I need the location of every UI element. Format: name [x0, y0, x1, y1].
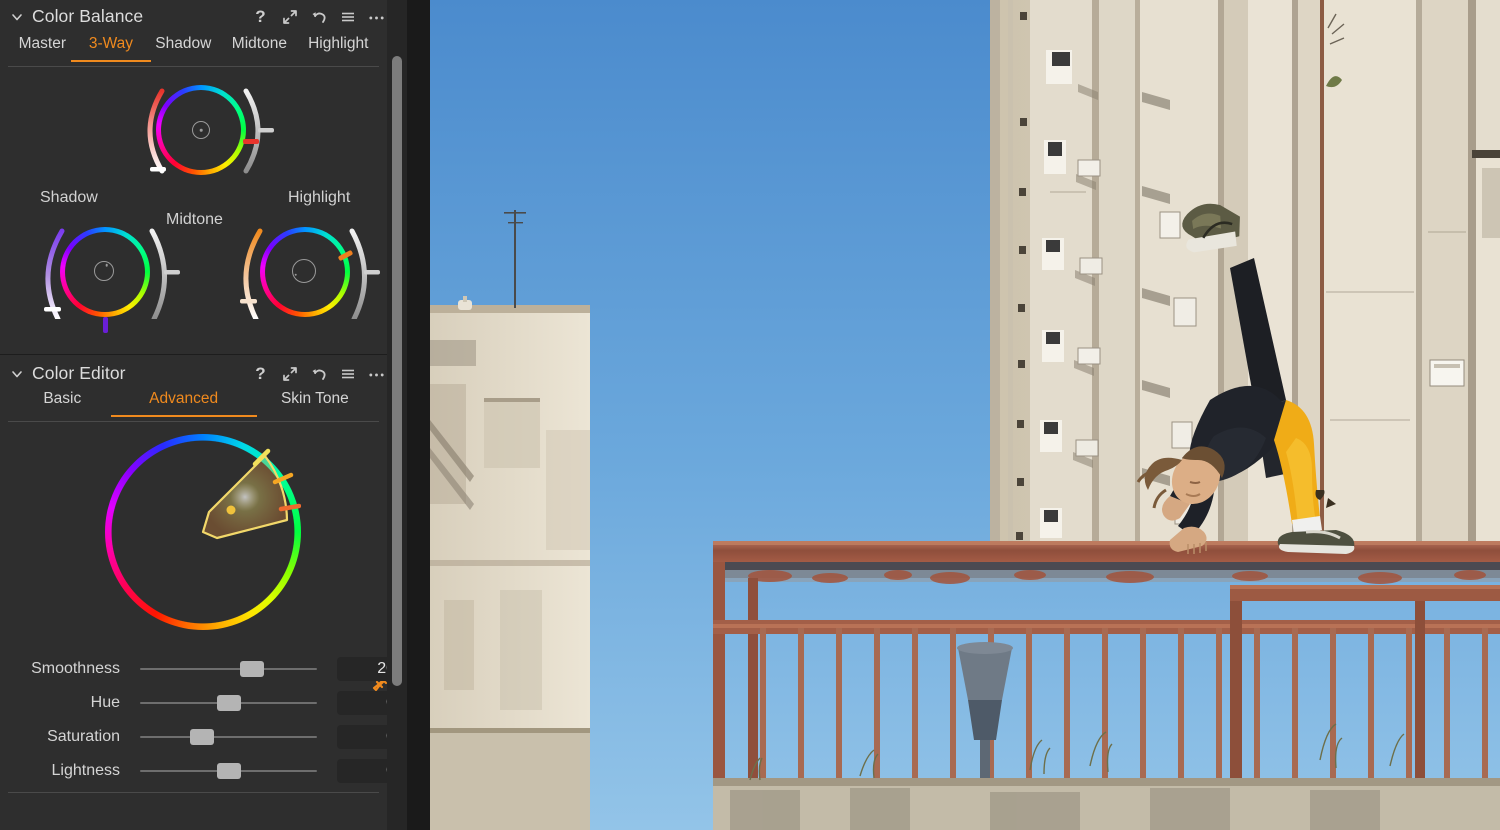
app-window: Color Balance ? Master 3-Way Shadow Midt…: [0, 0, 1500, 830]
midtone-left-arc[interactable]: [122, 81, 168, 177]
tab-midtone[interactable]: Midtone: [221, 33, 297, 61]
color-editor-selection[interactable]: [105, 434, 301, 630]
expand-icon[interactable]: [281, 8, 298, 25]
tab-highlight[interactable]: Highlight: [297, 33, 379, 61]
lightness-thumb[interactable]: [216, 763, 241, 779]
color-balance-header[interactable]: Color Balance ?: [0, 0, 407, 33]
color-editor-title: Color Editor: [32, 363, 126, 383]
chevron-down-icon[interactable]: [9, 9, 25, 25]
color-editor-sliders: Smoothness 20 Hue 0 Saturation: [0, 652, 407, 793]
chevron-down-icon-2[interactable]: [9, 366, 25, 382]
highlight-label: Highlight: [288, 189, 351, 206]
photo-illustration: [430, 0, 1500, 830]
menu-icon[interactable]: [339, 8, 356, 25]
slider-row-hue: Hue 0: [0, 686, 407, 720]
highlight-right-arc[interactable]: [346, 223, 392, 319]
hue-label: Hue: [90, 694, 120, 711]
smoothness-label: Smoothness: [31, 660, 120, 677]
tool-color-editor: Color Editor ? Basic Advanced Skin Tone …: [0, 355, 407, 810]
menu-icon-2[interactable]: [339, 365, 356, 382]
smoothness-track[interactable]: [140, 661, 317, 677]
more-icon-2[interactable]: [368, 365, 385, 382]
reset-icon[interactable]: [310, 8, 327, 25]
saturation-thumb[interactable]: [189, 729, 214, 745]
help-icon[interactable]: ?: [252, 8, 269, 25]
highlight-left-arc[interactable]: [220, 223, 266, 319]
color-editor-header-icons: ?: [252, 365, 385, 382]
hue-thumb[interactable]: [216, 695, 241, 711]
image-viewer[interactable]: [407, 0, 1500, 830]
color-balance-header-icons: ?: [252, 8, 385, 25]
midtone-knob[interactable]: [192, 121, 210, 139]
smoothness-thumb[interactable]: [239, 661, 264, 677]
color-balance-title: Color Balance: [32, 6, 144, 26]
midtone-right-arc[interactable]: [240, 81, 286, 177]
tab-master[interactable]: Master: [8, 33, 77, 61]
shadow-right-arc[interactable]: [146, 223, 192, 319]
shadow-knob[interactable]: [94, 261, 114, 281]
expand-icon-2[interactable]: [281, 365, 298, 382]
color-editor-header[interactable]: Color Editor ?: [0, 355, 407, 388]
slider-row-smoothness: Smoothness 20: [0, 652, 407, 686]
tools-panel: Color Balance ? Master 3-Way Shadow Midt…: [0, 0, 407, 830]
wheel-highlight[interactable]: Highlight: [222, 189, 390, 375]
tab-3way[interactable]: 3-Way: [70, 33, 151, 62]
saturation-label: Saturation: [47, 728, 120, 745]
wheel-midtone[interactable]: Midtone: [118, 85, 286, 233]
hue-track[interactable]: [140, 695, 317, 711]
tab-basic[interactable]: Basic: [8, 388, 117, 416]
color-balance-wheels: Midtone Shadow Highlight: [0, 67, 407, 355]
help-icon-2[interactable]: ?: [252, 365, 269, 382]
highlight-knob[interactable]: [292, 259, 316, 283]
color-editor-wheel[interactable]: [105, 434, 301, 630]
tab-skin-tone[interactable]: Skin Tone: [251, 388, 379, 416]
lightness-track[interactable]: [140, 763, 317, 779]
wheel-shadow[interactable]: Shadow: [22, 189, 190, 375]
panel-scrollbar-track[interactable]: [387, 0, 407, 830]
lightness-label: Lightness: [51, 762, 121, 779]
panel-scrollbar-thumb[interactable]: [392, 56, 402, 686]
tool-color-balance: Color Balance ? Master 3-Way Shadow Midt…: [0, 0, 407, 355]
shadow-left-arc[interactable]: [22, 223, 68, 319]
shadow-label: Shadow: [40, 189, 98, 206]
reset-icon-2[interactable]: [310, 365, 327, 382]
more-icon[interactable]: [368, 8, 385, 25]
saturation-track[interactable]: [140, 729, 317, 745]
photo-canvas[interactable]: [430, 0, 1500, 830]
midtone-saturation-tick[interactable]: [243, 139, 259, 144]
tab-advanced[interactable]: Advanced: [110, 388, 257, 417]
shadow-saturation-tick[interactable]: [103, 317, 108, 333]
color-balance-tabs: Master 3-Way Shadow Midtone Highlight: [8, 33, 379, 67]
color-editor-tabs: Basic Advanced Skin Tone: [8, 388, 379, 422]
panel-bottom-divider: [8, 792, 379, 793]
tab-shadow[interactable]: Shadow: [145, 33, 221, 61]
slider-row-lightness: Lightness 0: [0, 754, 407, 788]
slider-row-saturation: Saturation 0: [0, 720, 407, 754]
